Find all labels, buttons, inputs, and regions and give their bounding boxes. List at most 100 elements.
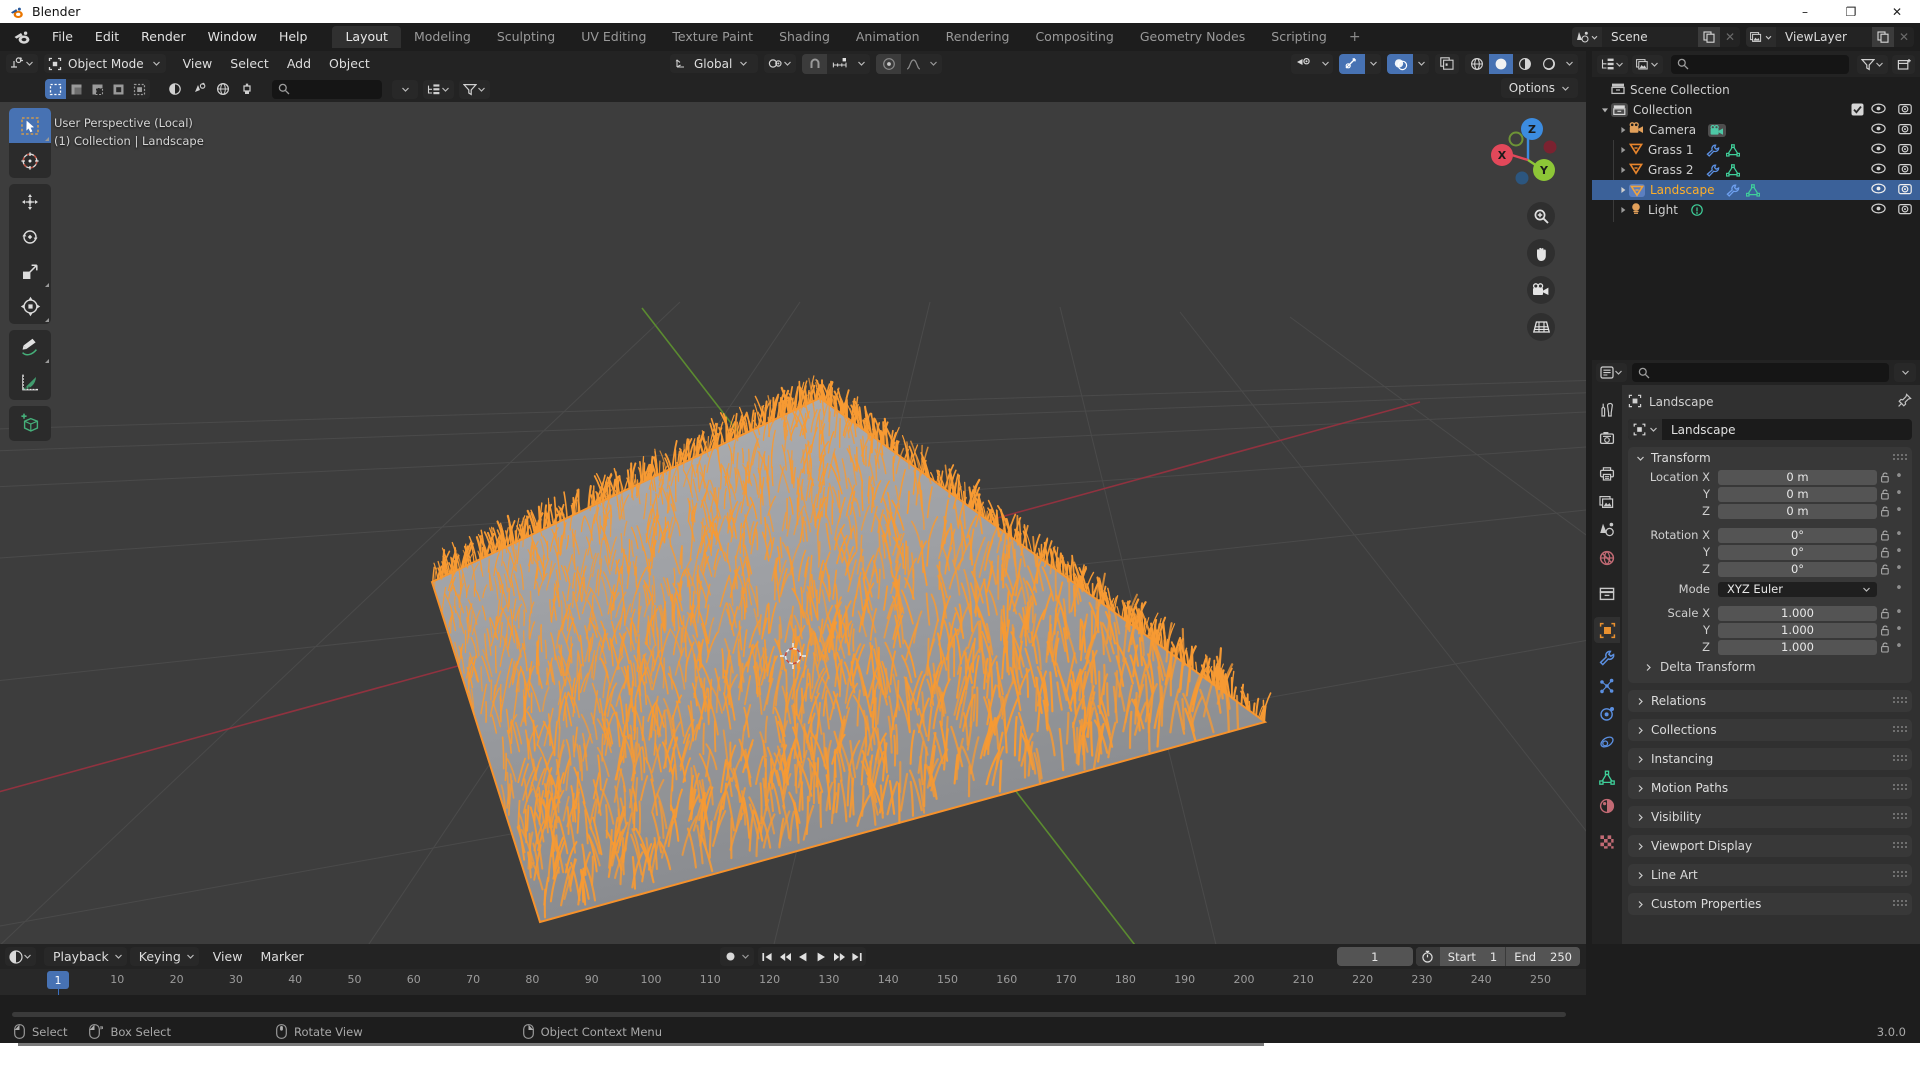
eye-icon[interactable]: [1871, 183, 1886, 197]
filter-funnel-icon[interactable]: [1857, 54, 1888, 74]
menu-file[interactable]: File: [41, 27, 84, 47]
chevron-down-icon[interactable]: [1413, 54, 1429, 74]
cursor-tool-button[interactable]: [9, 143, 51, 178]
camera-view-button[interactable]: [1527, 276, 1555, 304]
play-button[interactable]: [812, 947, 830, 966]
tab-compositing[interactable]: Compositing: [1022, 26, 1126, 48]
menu-window[interactable]: Window: [197, 27, 268, 47]
instancing-panel[interactable]: Instancing: [1628, 748, 1912, 770]
chevron-down-icon[interactable]: [1365, 54, 1381, 74]
camera-data-badge[interactable]: [1708, 123, 1727, 137]
outliner-row-scene-collection[interactable]: Scene Collection: [1592, 80, 1920, 100]
field-value[interactable]: 0°: [1718, 561, 1877, 577]
modifier-wrench-badge[interactable]: [1705, 164, 1720, 177]
shading-solid-button[interactable]: [1489, 53, 1513, 74]
timeline-scrollbar[interactable]: [12, 1012, 1566, 1017]
properties-editor-icon[interactable]: [1596, 363, 1627, 382]
animate-dot-icon[interactable]: •: [1892, 640, 1906, 653]
collection-tab[interactable]: [1594, 581, 1620, 607]
disclosure-triangle-icon[interactable]: [1616, 200, 1629, 220]
tab-scripting[interactable]: Scripting: [1258, 26, 1340, 48]
tab-geometry-nodes[interactable]: Geometry Nodes: [1127, 26, 1258, 48]
viewport-menu-view[interactable]: View: [174, 54, 222, 73]
view-layer-icon[interactable]: [1746, 27, 1776, 47]
object-tab[interactable]: [1594, 617, 1620, 643]
animate-dot-icon[interactable]: •: [1892, 487, 1906, 500]
disclosure-triangle-icon[interactable]: [1616, 180, 1629, 200]
jump-to-start-button[interactable]: [758, 947, 776, 966]
mesh-data-badge[interactable]: [1725, 143, 1740, 157]
jump-to-end-button[interactable]: [848, 947, 866, 966]
unlocked-icon[interactable]: [1877, 530, 1892, 541]
motion-paths-panel[interactable]: Motion Paths: [1628, 777, 1912, 799]
field-value[interactable]: 0°: [1718, 544, 1877, 560]
camera-render-icon[interactable]: [1898, 163, 1912, 178]
snap-magnet-icon[interactable]: [802, 53, 827, 74]
viewport-menu-object[interactable]: Object: [320, 54, 379, 73]
new-scene-icon[interactable]: [1698, 27, 1720, 47]
field-value[interactable]: 0 m: [1718, 503, 1877, 519]
field-value[interactable]: 1.000: [1718, 605, 1877, 621]
pivot-point-selector[interactable]: [764, 54, 796, 73]
collection-checkbox[interactable]: [1851, 103, 1864, 116]
transform-tool-button[interactable]: [9, 289, 51, 324]
timeline-menu-view[interactable]: View: [204, 947, 252, 966]
collections-panel[interactable]: Collections: [1628, 719, 1912, 741]
transform-panel-header[interactable]: Transform: [1628, 447, 1912, 469]
gizmo-axis-z[interactable]: Z: [1521, 118, 1543, 140]
eye-icon[interactable]: [1871, 143, 1886, 157]
sort-icon[interactable]: [423, 79, 454, 99]
menu-render[interactable]: Render: [130, 27, 197, 47]
unlocked-icon[interactable]: [1877, 564, 1892, 575]
custom-properties-panel[interactable]: Custom Properties: [1628, 893, 1912, 915]
shading-wireframe-button[interactable]: [1465, 54, 1489, 74]
rotation-mode-select[interactable]: XYZ Euler: [1718, 581, 1877, 597]
scene-tab[interactable]: [1594, 517, 1620, 543]
options-button[interactable]: Options: [1500, 78, 1578, 98]
scene-name[interactable]: Scene: [1602, 27, 1698, 47]
line-art-panel[interactable]: Line Art: [1628, 864, 1912, 886]
brush-select-icon[interactable]: [236, 80, 258, 99]
viewlayer-name[interactable]: ViewLayer: [1776, 27, 1872, 47]
viewport-menu-add[interactable]: Add: [278, 54, 320, 73]
select-mode-invert[interactable]: [108, 79, 129, 99]
edge-select-icon[interactable]: [188, 80, 210, 99]
rotate-tool-button[interactable]: [9, 219, 51, 254]
field-value[interactable]: 1.000: [1718, 639, 1877, 655]
unlocked-icon[interactable]: [1877, 625, 1892, 636]
proportional-edit-icon[interactable]: [876, 53, 901, 74]
tab-layout[interactable]: Layout: [332, 26, 401, 48]
view-layer-tab[interactable]: [1594, 489, 1620, 515]
transform-orientation-selector[interactable]: Global: [670, 54, 758, 73]
pan-view-button[interactable]: [1527, 239, 1555, 267]
outliner-row-light[interactable]: Light: [1592, 200, 1920, 220]
animate-dot-icon[interactable]: •: [1892, 623, 1906, 636]
viewport-menu-select[interactable]: Select: [221, 54, 278, 73]
physics-tab[interactable]: [1594, 701, 1620, 727]
select-mode-set[interactable]: [45, 79, 66, 99]
id-type-icon[interactable]: [1632, 54, 1663, 74]
modifier-wrench-badge[interactable]: [1726, 184, 1740, 197]
eye-icon[interactable]: [1871, 103, 1886, 117]
previous-keyframe-button[interactable]: [776, 947, 794, 966]
editor-type-3dview-icon[interactable]: [6, 54, 38, 73]
unlocked-icon[interactable]: [1877, 506, 1892, 517]
particles-tab[interactable]: [1594, 673, 1620, 699]
measure-tool-button[interactable]: [9, 365, 51, 400]
play-reverse-button[interactable]: [794, 947, 812, 966]
camera-render-icon[interactable]: [1898, 103, 1912, 118]
output-tab[interactable]: [1594, 461, 1620, 487]
outliner-row-grass-2[interactable]: Grass 2: [1592, 160, 1920, 180]
timeline-playhead[interactable]: 1: [47, 971, 69, 989]
tab-rendering[interactable]: Rendering: [933, 26, 1023, 48]
proportional-falloff-icon[interactable]: [901, 54, 925, 74]
timeline-track[interactable]: [0, 995, 1586, 1020]
disclosure-triangle-icon[interactable]: [1616, 160, 1629, 180]
modifiers-tab[interactable]: [1594, 645, 1620, 671]
constraints-tab[interactable]: [1594, 729, 1620, 755]
unlocked-icon[interactable]: [1877, 642, 1892, 653]
properties-search-input[interactable]: [1632, 363, 1889, 382]
data-tab[interactable]: [1594, 765, 1620, 791]
world-select-icon[interactable]: [212, 80, 234, 99]
animate-dot-icon[interactable]: •: [1892, 606, 1906, 619]
